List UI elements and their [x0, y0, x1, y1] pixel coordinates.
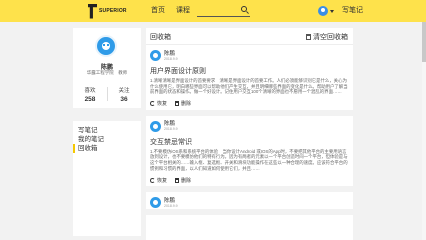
delete-button[interactable]: 删除	[175, 177, 191, 184]
delete-label: 删除	[181, 101, 192, 108]
post-date: 2018.9.9	[164, 203, 178, 208]
delete-button[interactable]: 删除	[175, 100, 191, 107]
restore-icon	[150, 177, 155, 183]
restore-icon	[150, 101, 155, 107]
recycle-bin-panel: 回收箱 清空回收箱 陈鹏 2018.9.9 用户界面设计原则 1.清晰清晰是界面…	[146, 28, 353, 240]
clear-recycle-bin-button[interactable]: 清空回收箱	[306, 32, 348, 42]
restore-button[interactable]: 恢复	[150, 100, 167, 107]
stat-value: 36	[120, 96, 128, 103]
trash-icon	[175, 177, 180, 183]
nav-courses[interactable]: 课程	[176, 0, 190, 22]
post-excerpt: 1.清晰清晰是界面设计的首要要求 清晰是界面设计的首要工作。人们必须能够识别它是…	[150, 78, 348, 95]
clear-label: 清空回收箱	[313, 34, 348, 41]
restore-label: 恢复	[157, 177, 168, 184]
post-actions: 恢复 删除	[150, 174, 349, 186]
logo[interactable]: SUPERIOR	[88, 2, 127, 20]
post-actions: 恢复 删除	[150, 98, 349, 110]
list-item: 陈鹏 2018.9.9	[146, 192, 353, 216]
post-date: 2018.9.9	[164, 127, 178, 132]
logo-icon	[88, 3, 97, 19]
stat-value: 258	[84, 96, 96, 103]
trash-icon	[175, 101, 180, 107]
panel-header: 回收箱 清空回收箱	[146, 28, 353, 45]
delete-label: 删除	[181, 177, 192, 184]
avatar	[95, 35, 117, 57]
top-bar: SUPERIOR 首页 课程 写笔记	[0, 0, 426, 22]
search-icon[interactable]	[241, 6, 247, 12]
post-author: 陈鹏 2018.9.9	[150, 120, 349, 133]
nav-home[interactable]: 首页	[151, 0, 165, 22]
avatar	[150, 197, 161, 209]
trash-icon	[306, 34, 311, 40]
side-menu: 写笔记 我的笔记 回收箱	[73, 121, 141, 236]
page-title: 回收箱	[150, 34, 171, 41]
scrollbar-thumb[interactable]	[422, 22, 426, 62]
side-item-my-notes[interactable]: 我的笔记	[73, 135, 141, 144]
list-item: 陈鹏 2018.9.9 交互禁忌常识 1.不要模仿iOS系和系统平台的体验 当你…	[146, 116, 353, 193]
post-author: 陈鹏 2018.9.9	[150, 49, 349, 62]
stat-label: 喜欢	[84, 88, 96, 94]
list-item: 陈鹏 2018.9.9 用户界面设计原则 1.清晰清晰是界面设计的首要要求 清晰…	[146, 45, 353, 116]
profile-subtitle: 华露工程学院 教师	[86, 70, 128, 75]
stat-follows[interactable]: 关注 36	[107, 86, 141, 103]
avatar	[150, 120, 161, 132]
avatar	[150, 50, 161, 61]
restore-button[interactable]: 恢复	[150, 177, 167, 184]
post-author: 陈鹏 2018.9.9	[150, 196, 349, 209]
search-input[interactable]	[197, 4, 250, 17]
side-item-recycle-bin[interactable]: 回收箱	[73, 144, 141, 153]
post-date: 2018.9.9	[164, 56, 178, 61]
restore-label: 恢复	[157, 101, 168, 108]
profile-card: 陈鹏 华露工程学院 教师 喜欢 258 关注 36	[73, 28, 141, 108]
post-title[interactable]: 用户界面设计原则	[150, 67, 349, 76]
user-avatar[interactable]	[318, 6, 328, 16]
post-excerpt: 1.不要模仿iOS系和系统平台的体验 当你设计Android 或IOS的App时…	[150, 148, 348, 171]
chevron-down-icon[interactable]	[330, 10, 334, 13]
logo-text: SUPERIOR	[99, 8, 127, 14]
stat-likes[interactable]: 喜欢 258	[73, 86, 107, 103]
post-title[interactable]: 交互禁忌常识	[150, 138, 349, 147]
write-note-link[interactable]: 写笔记	[342, 0, 363, 22]
stat-label: 关注	[118, 88, 130, 94]
side-item-write-note[interactable]: 写笔记	[73, 126, 141, 135]
